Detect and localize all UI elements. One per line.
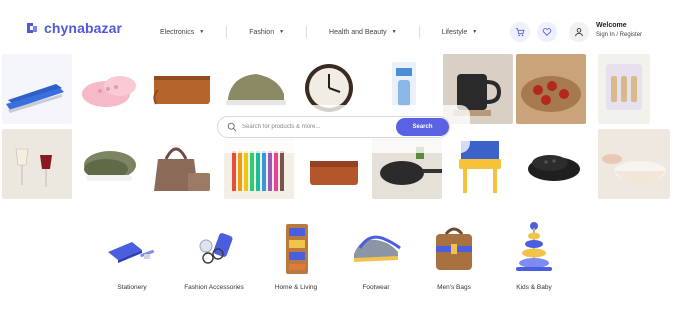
category-label: Home & Living xyxy=(274,284,318,291)
brand-logo[interactable]: chynabazar xyxy=(24,20,122,36)
category-fashion-accessories[interactable]: Fashion Accessories xyxy=(174,218,254,291)
search-icon xyxy=(227,122,237,132)
nav-divider xyxy=(418,26,420,38)
category-mens-bags[interactable]: Men's Bags xyxy=(414,218,494,291)
chevron-down-icon: ▼ xyxy=(391,29,397,35)
nav-item-fashion[interactable]: Fashion ▼ xyxy=(249,29,284,36)
user-icon xyxy=(575,28,583,37)
nav-item-label: Lifestyle xyxy=(441,28,468,36)
product-tile-stapler[interactable] xyxy=(2,54,72,124)
footwear-icon xyxy=(354,235,401,262)
category-label: Kids & Baby xyxy=(516,284,552,291)
wishlist-button[interactable] xyxy=(537,22,557,42)
product-tile-roll-on-bottles[interactable] xyxy=(598,54,650,124)
nav-item-health-beauty[interactable]: Health and Beauty ▼ xyxy=(329,29,397,36)
product-tile-pink-clogs[interactable] xyxy=(76,54,146,124)
product-tile-black-sandals[interactable] xyxy=(520,129,590,199)
category-stationery[interactable]: Stationery xyxy=(92,218,172,291)
search-button[interactable]: Search xyxy=(396,118,449,136)
nav-item-label: Fashion xyxy=(249,28,275,36)
stationery-icon xyxy=(108,242,154,263)
nav-divider xyxy=(306,26,308,38)
product-tile-wine-glasses[interactable] xyxy=(2,129,72,199)
signin-register-link[interactable]: Sign In / Register xyxy=(596,32,642,38)
category-footwear[interactable]: Footwear xyxy=(336,218,416,291)
category-home-living[interactable]: Home & Living xyxy=(256,218,336,291)
chevron-down-icon: ▼ xyxy=(472,29,478,35)
brand-logo-icon xyxy=(27,23,37,33)
category-kids-baby[interactable]: Kids & Baby xyxy=(494,218,574,291)
welcome-text: Welcome xyxy=(596,22,627,29)
account-menu[interactable]: Welcome Sign In / Register xyxy=(596,22,642,38)
category-label: Fashion Accessories xyxy=(184,284,244,291)
product-tile-green-clogs[interactable] xyxy=(76,129,146,199)
search-bar: Search xyxy=(217,116,450,138)
nav-divider xyxy=(226,26,228,38)
nav-item-label: Health and Beauty xyxy=(329,28,387,36)
chevron-down-icon: ▼ xyxy=(199,29,205,35)
product-tile-tea-set[interactable] xyxy=(516,54,586,124)
account-avatar[interactable] xyxy=(569,22,589,42)
kids-baby-icon xyxy=(516,222,552,271)
nav-item-electronics[interactable]: Electronics ▼ xyxy=(160,29,204,36)
search-input[interactable] xyxy=(242,120,392,134)
fashion-accessories-icon xyxy=(199,233,233,264)
nav-item-lifestyle[interactable]: Lifestyle ▼ xyxy=(442,29,478,36)
category-label: Footwear xyxy=(362,284,390,291)
mens-bags-icon xyxy=(436,227,472,270)
cart-icon xyxy=(515,28,525,37)
cart-button[interactable] xyxy=(510,22,530,42)
nav-item-label: Electronics xyxy=(160,28,195,36)
brand-name: chynabazar xyxy=(44,20,123,36)
category-label: Men's Bags xyxy=(437,284,471,291)
chevron-down-icon: ▼ xyxy=(279,29,285,35)
product-tile-bowl-set[interactable] xyxy=(598,129,670,199)
category-label: Stationery xyxy=(117,284,147,291)
heart-icon xyxy=(542,28,552,36)
home-living-icon xyxy=(286,224,308,274)
main-nav: Electronics ▼ Fashion ▼ Health and Beaut… xyxy=(150,26,477,38)
